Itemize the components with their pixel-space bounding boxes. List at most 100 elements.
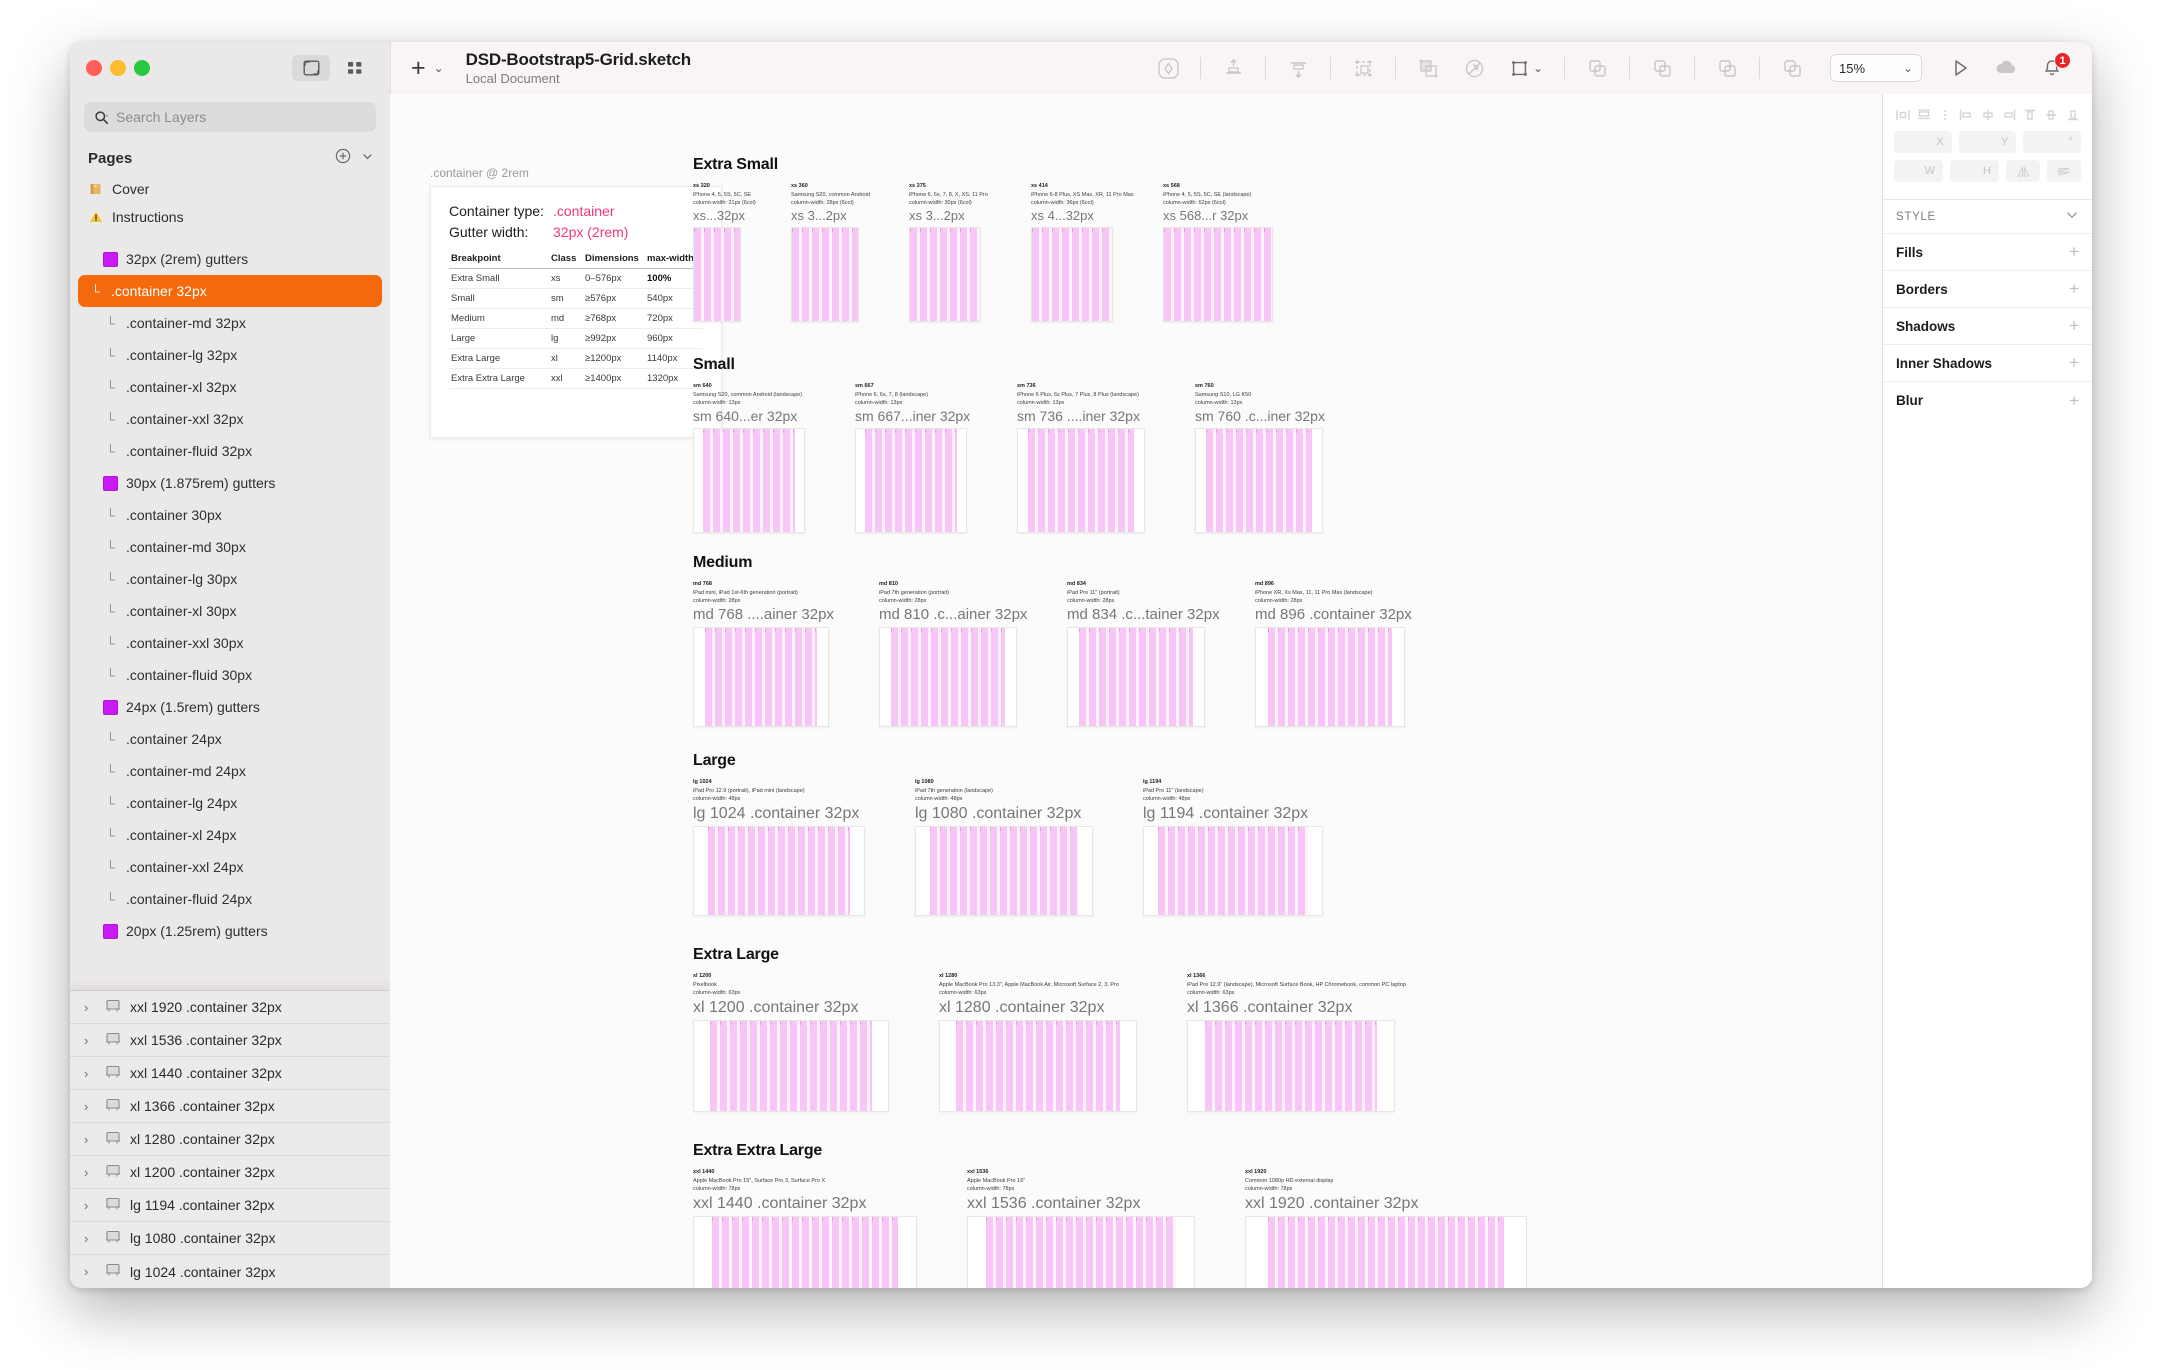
component-icon[interactable] <box>1146 51 1190 85</box>
inspector-style-row[interactable]: Inner Shadows + <box>1883 345 2092 382</box>
sidebar-layer-row[interactable]: └ .container-md 32px <box>70 307 390 339</box>
sidebar-page-instructions[interactable]: Instructions <box>70 203 390 231</box>
artboard-frame[interactable] <box>967 1216 1195 1288</box>
sidebar-layer-row[interactable]: └ .container-lg 24px <box>70 787 390 819</box>
sidebar-layer-row[interactable]: └ .container-md 30px <box>70 531 390 563</box>
align-bottom-edge-icon[interactable] <box>2064 106 2081 123</box>
union-icon[interactable] <box>1575 51 1619 85</box>
zoom-selector[interactable]: 15% ⌄ <box>1830 54 1922 82</box>
artboard-frame[interactable] <box>791 226 859 322</box>
artboard-preview[interactable]: md 896 iPhone XR, Xs Max, 11, 11 Pro Max … <box>1255 580 1475 728</box>
sidebar-artboard-row[interactable]: › xxl 1920 .container 32px <box>70 991 390 1024</box>
artboard-preview[interactable]: xs 414 iPhone 6-8 Plus, XS Max, XR, 11 Pr… <box>1031 182 1183 322</box>
sidebar-layer-row[interactable]: └ .container-xl 32px <box>70 371 390 403</box>
x-field[interactable]: X <box>1894 131 1952 153</box>
artboard-preview[interactable]: sm 667 iPhone 6, 6s, 7, 8 (landscape) colu… <box>855 382 1037 533</box>
flip-horizontal-button[interactable] <box>2006 160 2040 182</box>
collapse-pages-button[interactable] <box>361 150 374 168</box>
artboard-frame[interactable] <box>1187 1020 1395 1113</box>
sidebar-layer-row[interactable]: 20px (1.25rem) gutters <box>70 915 390 947</box>
align-center-horizontal-icon[interactable] <box>1979 106 1996 123</box>
artboard-preview[interactable]: xl 1200 Pixelbook column-width: 63px xl 120… <box>693 972 959 1113</box>
add-style-icon[interactable]: + <box>2069 316 2079 336</box>
artboard-frame[interactable] <box>939 1020 1137 1113</box>
add-page-button[interactable] <box>335 148 351 169</box>
disclosure-chevron-icon[interactable]: › <box>84 1231 96 1246</box>
inspector-style-row[interactable]: Borders + <box>1883 271 2092 308</box>
sidebar-layer-row[interactable]: └ .container 32px <box>78 275 382 307</box>
artboard-preview[interactable]: xs 375 iPhone 6, 6s, 7, 8, X, XS, 11 Pro c… <box>909 182 1051 322</box>
artboard-frame[interactable] <box>1017 427 1145 533</box>
artboard-frame[interactable] <box>1195 427 1323 533</box>
sidebar-layer-row[interactable]: └ .container-lg 30px <box>70 563 390 595</box>
add-style-icon[interactable]: + <box>2069 391 2079 411</box>
minimize-button[interactable] <box>110 60 126 76</box>
artboard-preview[interactable]: lg 1024 iPad Pro 12.9 (portrait), iPad mi… <box>693 778 935 917</box>
artboard-frame[interactable] <box>915 826 1093 917</box>
sidebar-artboard-row[interactable]: › xxl 1536 .container 32px <box>70 1024 390 1057</box>
sidebar-layer-row[interactable]: └ .container-fluid 24px <box>70 883 390 915</box>
inspector-style-row[interactable]: Blur + <box>1883 382 2092 419</box>
align-middle-icon[interactable] <box>2043 106 2060 123</box>
artboard-preview[interactable]: sm 760 Samsung S10, LG K50 column-width: 1… <box>1195 382 1393 533</box>
artboard-preview[interactable]: xxl 1920 Common 1080p HD external display… <box>1245 1168 1597 1288</box>
cloud-upload-button[interactable] <box>1984 51 2028 85</box>
artboard-frame[interactable] <box>909 226 981 322</box>
artboard-preview[interactable]: xs 568 iPhone 4, 5, 5S, 5C, SE (landscape… <box>1163 182 1343 322</box>
subtract-icon[interactable] <box>1640 51 1684 85</box>
artboard-preview[interactable]: lg 1194 iPad Pro 11" (landscape) column-wi… <box>1143 778 1393 917</box>
sidebar-layer-row[interactable]: └ .container-xxl 24px <box>70 851 390 883</box>
search-input[interactable]: Search Layers <box>84 102 376 132</box>
artboard-frame[interactable] <box>693 627 829 728</box>
artboard-preview[interactable]: sm 640 Samsung S20, common Android (lands… <box>693 382 875 533</box>
grid-view-toggle[interactable] <box>336 55 374 81</box>
artboard-preview[interactable]: xl 1366 iPad Pro 12.9" (landscape), Micro… <box>1187 972 1465 1113</box>
more-options-icon[interactable] <box>1937 106 1954 123</box>
sidebar-artboard-row[interactable]: › lg 1080 .container 32px <box>70 1222 390 1255</box>
artboard-preview[interactable]: xxl 1440 Apple MacBook Pro 15", Surface P… <box>693 1168 987 1288</box>
artboard-frame[interactable] <box>693 1216 917 1288</box>
scale-icon[interactable]: ⌄ <box>1498 51 1554 85</box>
artboard-preview[interactable]: sm 736 iPhone 6 Plus, 6s Plus, 7 Plus, 8 … <box>1017 382 1215 533</box>
flip-vertical-button[interactable] <box>2047 160 2081 182</box>
chevron-down-icon[interactable] <box>2065 208 2079 225</box>
artboard-frame[interactable] <box>693 826 865 917</box>
sidebar-page-cover[interactable]: Cover <box>70 175 390 203</box>
sidebar-artboard-row[interactable]: › xl 1366 .container 32px <box>70 1090 390 1123</box>
rotation-field[interactable]: ° <box>2023 131 2082 153</box>
sidebar-artboard-row[interactable]: › lg 1024 .container 32px <box>70 1255 390 1288</box>
artboard-preview[interactable]: md 834 iPad Pro 11" (portrait) column-widt… <box>1067 580 1275 728</box>
style-section-header[interactable]: STYLE <box>1883 200 2092 234</box>
artboard-frame[interactable] <box>693 226 741 322</box>
mask-icon[interactable] <box>1406 51 1450 85</box>
disclosure-chevron-icon[interactable]: › <box>84 1198 96 1213</box>
add-style-icon[interactable]: + <box>2069 353 2079 373</box>
height-field[interactable]: H <box>1950 160 1999 182</box>
sidebar-layer-row[interactable]: └ .container-lg 32px <box>70 339 390 371</box>
sidebar-artboard-row[interactable]: › lg 1194 .container 32px <box>70 1189 390 1222</box>
sidebar-layer-row[interactable]: └ .container-md 24px <box>70 755 390 787</box>
inspector-style-row[interactable]: Shadows + <box>1883 308 2092 345</box>
artboard-frame[interactable] <box>1255 627 1405 728</box>
sidebar-artboard-row[interactable]: › xl 1280 .container 32px <box>70 1123 390 1156</box>
add-style-icon[interactable]: + <box>2069 242 2079 262</box>
artboard-preview[interactable]: md 810 iPad 7th generation (portrait) colu… <box>879 580 1087 728</box>
align-left-edges-icon[interactable] <box>1894 106 1911 123</box>
y-field[interactable]: Y <box>1958 131 2017 153</box>
sidebar-layer-row[interactable]: └ .container-fluid 32px <box>70 435 390 467</box>
align-top-icon[interactable] <box>1211 51 1255 85</box>
disclosure-chevron-icon[interactable]: › <box>84 1066 96 1081</box>
align-right-icon[interactable] <box>2000 106 2017 123</box>
sidebar-layer-row[interactable]: └ .container 24px <box>70 723 390 755</box>
sidebar-layer-row[interactable]: └ .container 30px <box>70 499 390 531</box>
align-top-edge-icon[interactable] <box>2022 106 2039 123</box>
artboard-frame[interactable] <box>855 427 967 533</box>
sidebar-layer-row[interactable]: 30px (1.875rem) gutters <box>70 467 390 499</box>
disclosure-chevron-icon[interactable]: › <box>84 1165 96 1180</box>
artboards-list[interactable]: › xxl 1920 .container 32px › xxl 1536 .cont… <box>70 990 390 1288</box>
sidebar-layer-row[interactable]: 32px (2rem) gutters <box>70 243 390 275</box>
disclosure-chevron-icon[interactable]: › <box>84 1132 96 1147</box>
notifications-button[interactable]: 1 <box>2030 51 2074 85</box>
artboard-preview[interactable]: xl 1280 Apple MacBook Pro 13.3", Apple Ma… <box>939 972 1207 1113</box>
canvas-view-toggle[interactable] <box>292 55 330 81</box>
